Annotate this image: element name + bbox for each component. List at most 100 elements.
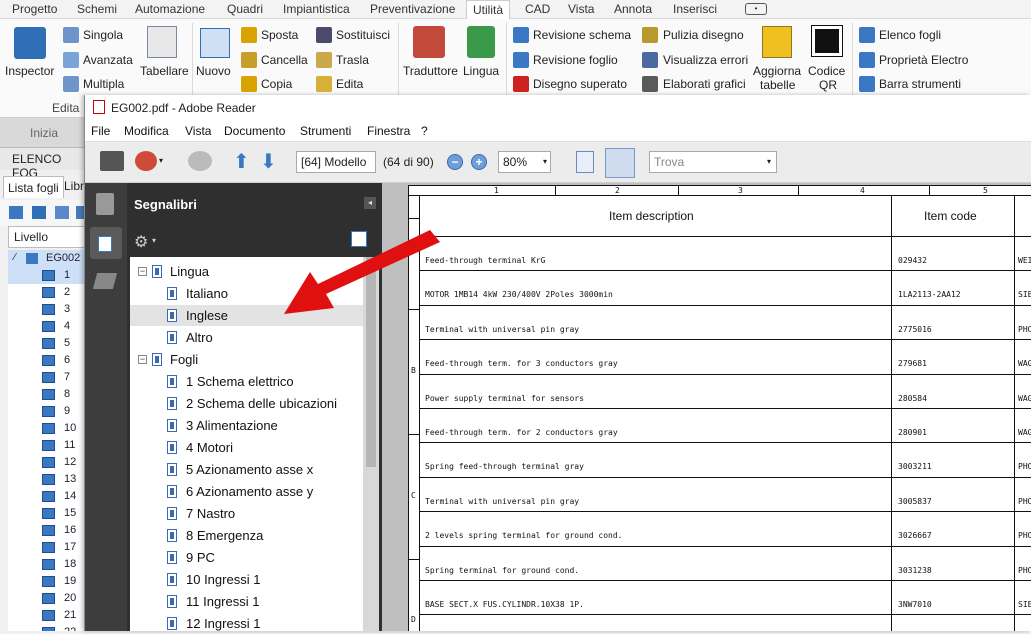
fit-width-icon[interactable] xyxy=(576,151,594,173)
bookmark-item[interactable]: 10 Ingressi 1 xyxy=(130,569,363,590)
sheet-row[interactable]: 4 xyxy=(8,318,86,335)
revisione-foglio-button[interactable]: Revisione foglio xyxy=(533,53,618,67)
options-dropdown-icon[interactable]: ▾ xyxy=(152,236,156,245)
sheet-row[interactable]: 9 xyxy=(8,403,86,420)
insert-sheet-icon[interactable] xyxy=(32,206,46,219)
sheet-row[interactable]: 12 xyxy=(8,454,86,471)
disegno-superato-button[interactable]: Disegno superato xyxy=(533,77,627,91)
sposta-button[interactable]: Sposta xyxy=(261,28,298,42)
zoom-dropdown-icon[interactable]: ▾ xyxy=(543,157,547,166)
sheet-row[interactable]: 6 xyxy=(8,352,86,369)
tab-progetto[interactable]: Progetto xyxy=(12,2,57,16)
tabellare-button[interactable]: Tabellare xyxy=(140,64,189,78)
pulizia-button[interactable]: Pulizia disegno xyxy=(663,28,744,42)
barra-strumenti-button[interactable]: Barra strumenti xyxy=(879,77,961,91)
bookmark-collapse-icon[interactable]: − xyxy=(138,355,147,364)
tab-inserisci[interactable]: Inserisci xyxy=(673,2,717,16)
menu-strumenti[interactable]: Strumenti xyxy=(300,124,351,138)
sheet-row[interactable]: 16 xyxy=(8,522,86,539)
sheet-row[interactable]: 3 xyxy=(8,301,86,318)
copia-button[interactable]: Copia xyxy=(261,77,292,91)
sheet-row[interactable]: 18 xyxy=(8,556,86,573)
bookmark-item[interactable]: 2 Schema delle ubicazioni xyxy=(130,393,363,414)
menu-documento[interactable]: Documento xyxy=(224,124,285,138)
sheet-settings-icon[interactable] xyxy=(55,206,69,219)
tab-annota[interactable]: Annota xyxy=(614,2,652,16)
tab-vista[interactable]: Vista xyxy=(568,2,594,16)
elenco-fogli-button[interactable]: Elenco fogli xyxy=(879,28,941,42)
tab-lista-fogli[interactable]: Lista fogli xyxy=(3,176,64,198)
page-number-field[interactable]: [64] Modello xyxy=(296,151,376,173)
sheet-row[interactable]: 5 xyxy=(8,335,86,352)
sheet-row[interactable]: 20 xyxy=(8,590,86,607)
avanzata-button[interactable]: Avanzata xyxy=(83,53,133,67)
multipla-button[interactable]: Multipla xyxy=(83,77,124,91)
lingua-button[interactable]: Lingua xyxy=(463,64,499,78)
elaborati-button[interactable]: Elaborati grafici xyxy=(663,77,746,91)
sheet-row[interactable]: 13 xyxy=(8,471,86,488)
next-page-icon[interactable]: ⬇ xyxy=(260,149,277,174)
revisione-schema-button[interactable]: Revisione schema xyxy=(533,28,631,42)
nuovo-button[interactable]: Nuovo xyxy=(196,64,231,78)
bookmark-item[interactable]: 7 Nastro xyxy=(130,503,363,524)
zoom-in-icon[interactable]: + xyxy=(471,154,487,170)
zoom-out-icon[interactable]: − xyxy=(447,154,463,170)
codice-button[interactable]: Codice xyxy=(808,64,845,78)
share-icon[interactable] xyxy=(135,151,157,171)
visualizza-errori-button[interactable]: Visualizza errori xyxy=(663,53,748,67)
collapse-icon[interactable]: ⁄ xyxy=(14,252,16,263)
tab-cad[interactable]: CAD xyxy=(525,2,550,16)
sheet-row[interactable]: 15 xyxy=(8,505,86,522)
share-dropdown-icon[interactable]: ▾ xyxy=(159,156,163,165)
bookmark-item[interactable]: 8 Emergenza xyxy=(130,525,363,546)
find-dropdown-icon[interactable]: ▾ xyxy=(767,157,771,166)
tab-libreria[interactable]: Libr xyxy=(64,179,84,193)
sign-icon[interactable] xyxy=(188,151,212,171)
sheet-row[interactable]: 10 xyxy=(8,420,86,437)
sheet-row[interactable]: 7 xyxy=(8,369,86,386)
sheet-row[interactable]: 14 xyxy=(8,488,86,505)
bookmark-item[interactable]: − Fogli xyxy=(130,349,363,370)
sheet-row[interactable]: 8 xyxy=(8,386,86,403)
options-gear-icon[interactable]: ⚙ xyxy=(134,232,148,252)
menu-finestra[interactable]: Finestra xyxy=(367,124,410,138)
sheet-row[interactable]: 17 xyxy=(8,539,86,556)
aggiorna-button[interactable]: Aggiorna xyxy=(753,64,801,78)
find-input[interactable]: Trova xyxy=(649,151,777,173)
bookmark-item[interactable]: Inglese xyxy=(130,305,363,326)
pages-panel-icon[interactable] xyxy=(96,193,114,215)
bookmark-item[interactable]: 4 Motori xyxy=(130,437,363,458)
tab-schemi[interactable]: Schemi xyxy=(77,2,117,16)
menu-help[interactable]: ? xyxy=(421,124,428,138)
bookmark-item[interactable]: Italiano xyxy=(130,283,363,304)
proprieta-electro-button[interactable]: Proprietà Electro xyxy=(879,53,968,67)
inspector-button[interactable]: Inspector xyxy=(5,64,54,78)
sheet-row[interactable]: 21 xyxy=(8,607,86,624)
edita-button[interactable]: Edita xyxy=(336,77,363,91)
traduttore-button[interactable]: Traduttore xyxy=(403,64,458,78)
menu-vista[interactable]: Vista xyxy=(185,124,211,138)
full-screen-icon[interactable] xyxy=(605,148,635,178)
menu-file[interactable]: File xyxy=(91,124,110,138)
bookmark-item[interactable]: Altro xyxy=(130,327,363,348)
bookmarks-scrollbar[interactable] xyxy=(363,257,379,631)
bookmark-collapse-icon[interactable]: − xyxy=(138,267,147,276)
tab-impiantistica[interactable]: Impiantistica xyxy=(283,2,350,16)
sostituisci-button[interactable]: Sostituisci xyxy=(336,28,390,42)
bookmark-item[interactable]: − Lingua xyxy=(130,261,363,282)
trasla-button[interactable]: Trasla xyxy=(336,53,369,67)
bookmark-item[interactable]: 3 Alimentazione xyxy=(130,415,363,436)
inizia-tab[interactable]: Inizia xyxy=(30,126,58,140)
sheet-row[interactable]: 1 xyxy=(8,267,86,284)
cancella-button[interactable]: Cancella xyxy=(261,53,308,67)
bookmark-item[interactable]: 6 Azionamento asse y xyxy=(130,481,363,502)
sheet-row[interactable]: 11 xyxy=(8,437,86,454)
sheet-tool-icon[interactable] xyxy=(9,206,23,219)
bookmark-item[interactable]: 11 Ingressi 1 xyxy=(130,591,363,612)
tab-preventivazione[interactable]: Preventivazione xyxy=(370,2,455,16)
sheet-row[interactable]: 2 xyxy=(8,284,86,301)
ribbon-options-icon[interactable]: • xyxy=(745,3,767,15)
bookmark-item[interactable]: 5 Azionamento asse x xyxy=(130,459,363,480)
bookmark-item[interactable]: 9 PC xyxy=(130,547,363,568)
tree-root[interactable]: ⁄ EG002 xyxy=(8,250,86,267)
